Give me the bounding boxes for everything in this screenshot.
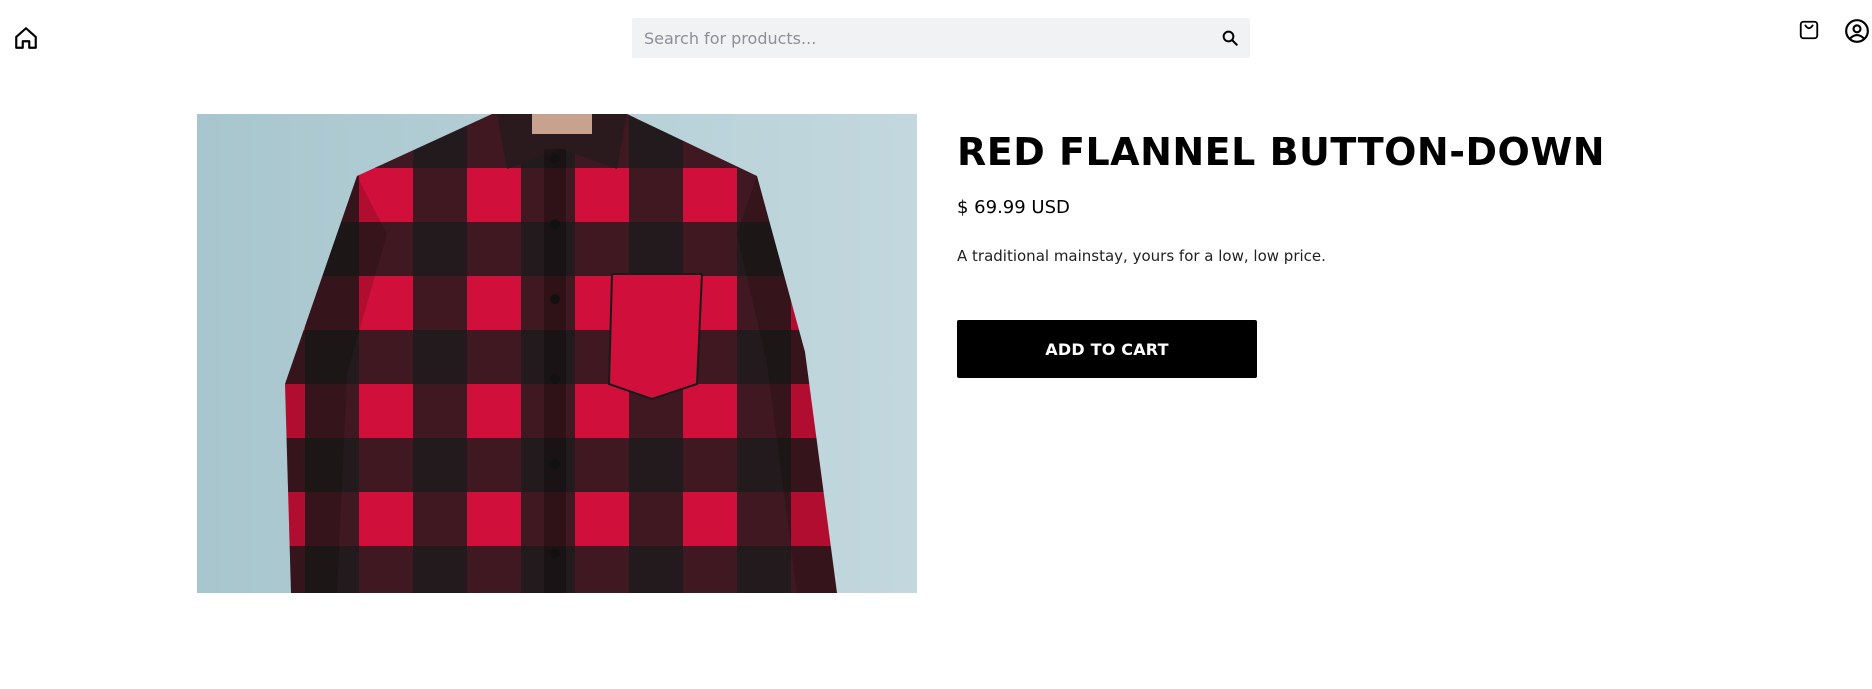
cart-button[interactable]	[1795, 16, 1823, 44]
product-description: A traditional mainstay, yours for a low,…	[957, 247, 1326, 265]
user-circle-icon	[1845, 19, 1869, 43]
product-photo	[197, 114, 917, 593]
home-icon	[15, 27, 37, 49]
search-input[interactable]	[632, 18, 1210, 58]
product-info: RED FLANNEL BUTTON-DOWN $ 69.99 USD A tr…	[957, 128, 1757, 378]
product-title: RED FLANNEL BUTTON-DOWN	[957, 130, 1606, 174]
product-image	[197, 114, 917, 593]
add-to-cart-button[interactable]: ADD TO CART	[957, 320, 1257, 378]
product-price: $ 69.99 USD	[957, 197, 1070, 218]
account-button[interactable]	[1842, 16, 1872, 46]
top-navigation-bar	[0, 0, 1872, 80]
shopping-bag-icon	[1799, 20, 1819, 40]
home-button[interactable]	[12, 24, 40, 52]
search-bar	[632, 18, 1250, 58]
search-icon[interactable]	[1210, 18, 1250, 58]
